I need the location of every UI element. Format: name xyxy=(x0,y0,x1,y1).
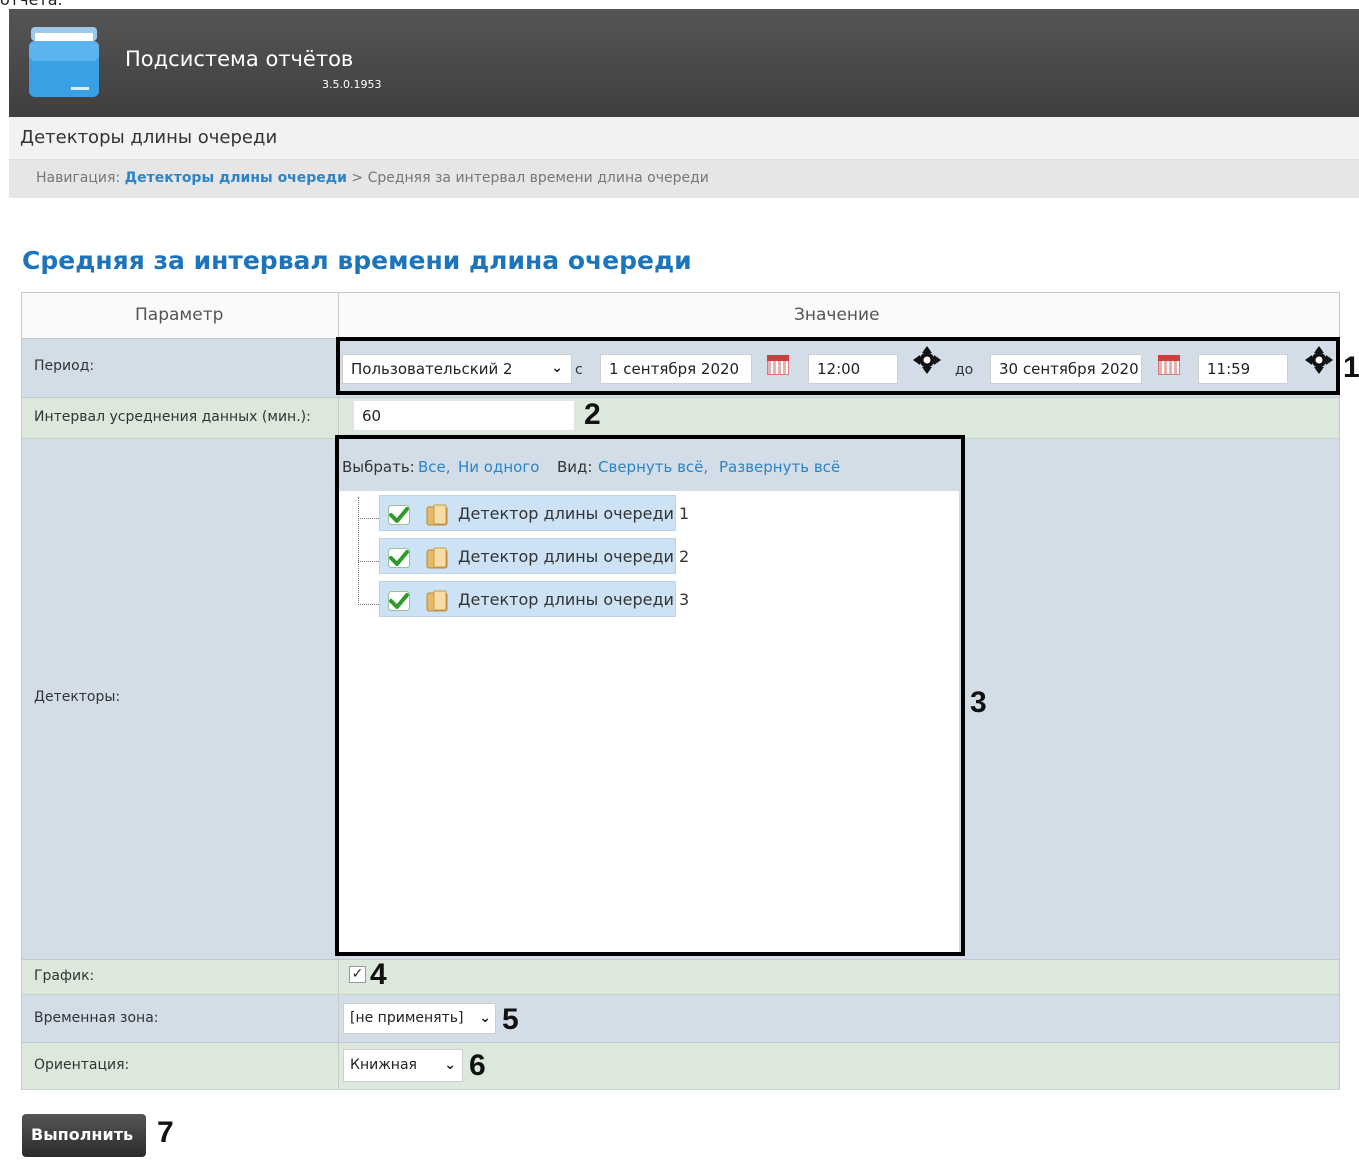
run-button[interactable]: Выполнить xyxy=(22,1114,146,1157)
app-version: 3.5.0.1953 xyxy=(322,78,382,91)
orientation-row: Ориентация: xyxy=(22,1043,1339,1090)
section-title: Детекторы длины очереди xyxy=(20,127,278,148)
annotation-marker-4: 4 xyxy=(370,958,387,991)
interval-row: Интервал усреднения данных (мин.): xyxy=(22,398,1339,439)
detectors-label: Детекторы: xyxy=(34,689,121,705)
breadcrumb-prefix: Навигация: xyxy=(36,170,121,186)
column-header-value: Значение xyxy=(794,305,880,325)
section-bar: Детекторы длины очереди xyxy=(9,117,1359,160)
annotation-box-detectors xyxy=(335,435,965,956)
cut-off-text: отчёта. xyxy=(0,0,200,9)
breadcrumb-separator: > xyxy=(351,170,364,186)
chart-row: График: xyxy=(22,960,1339,995)
timezone-label: Временная зона: xyxy=(34,1010,159,1026)
table-header-row: Параметр Значение xyxy=(22,293,1339,339)
orientation-label: Ориентация: xyxy=(34,1057,130,1073)
folder-app-icon xyxy=(29,27,99,97)
chevron-down-icon: ⌄ xyxy=(479,1010,491,1026)
period-label: Период: xyxy=(34,358,95,374)
chart-checkbox[interactable]: ✓ xyxy=(349,966,366,983)
app-title: Подсистема отчётов xyxy=(125,47,354,71)
annotation-marker-2: 2 xyxy=(584,398,601,431)
breadcrumb-link[interactable]: Детекторы длины очереди xyxy=(125,170,347,186)
annotation-marker-3: 3 xyxy=(970,686,987,719)
orientation-select[interactable]: Книжная ⌄ xyxy=(343,1049,463,1082)
breadcrumb: Навигация: Детекторы длины очереди > Сре… xyxy=(36,170,709,186)
chevron-down-icon: ⌄ xyxy=(444,1057,456,1073)
page-title: Средняя за интервал времени длина очеред… xyxy=(22,246,692,275)
annotation-marker-6: 6 xyxy=(469,1049,486,1082)
column-header-param: Параметр xyxy=(135,305,224,325)
breadcrumb-bar: Навигация: Детекторы длины очереди > Сре… xyxy=(9,160,1359,198)
annotation-marker-5: 5 xyxy=(502,1003,519,1036)
timezone-select[interactable]: [не применять] ⌄ xyxy=(343,1003,496,1034)
annotation-box-period xyxy=(336,337,1340,395)
interval-label: Интервал усреднения данных (мин.): xyxy=(34,409,311,425)
interval-input[interactable]: 60 xyxy=(353,400,575,431)
timezone-row: Временная зона: xyxy=(22,995,1339,1043)
annotation-marker-7: 7 xyxy=(157,1116,174,1149)
annotation-marker-1: 1 xyxy=(1343,351,1359,384)
chart-label: График: xyxy=(34,968,95,984)
app-header: Подсистема отчётов 3.5.0.1953 xyxy=(9,9,1359,117)
breadcrumb-current: Средняя за интервал времени длина очеред… xyxy=(367,170,709,186)
